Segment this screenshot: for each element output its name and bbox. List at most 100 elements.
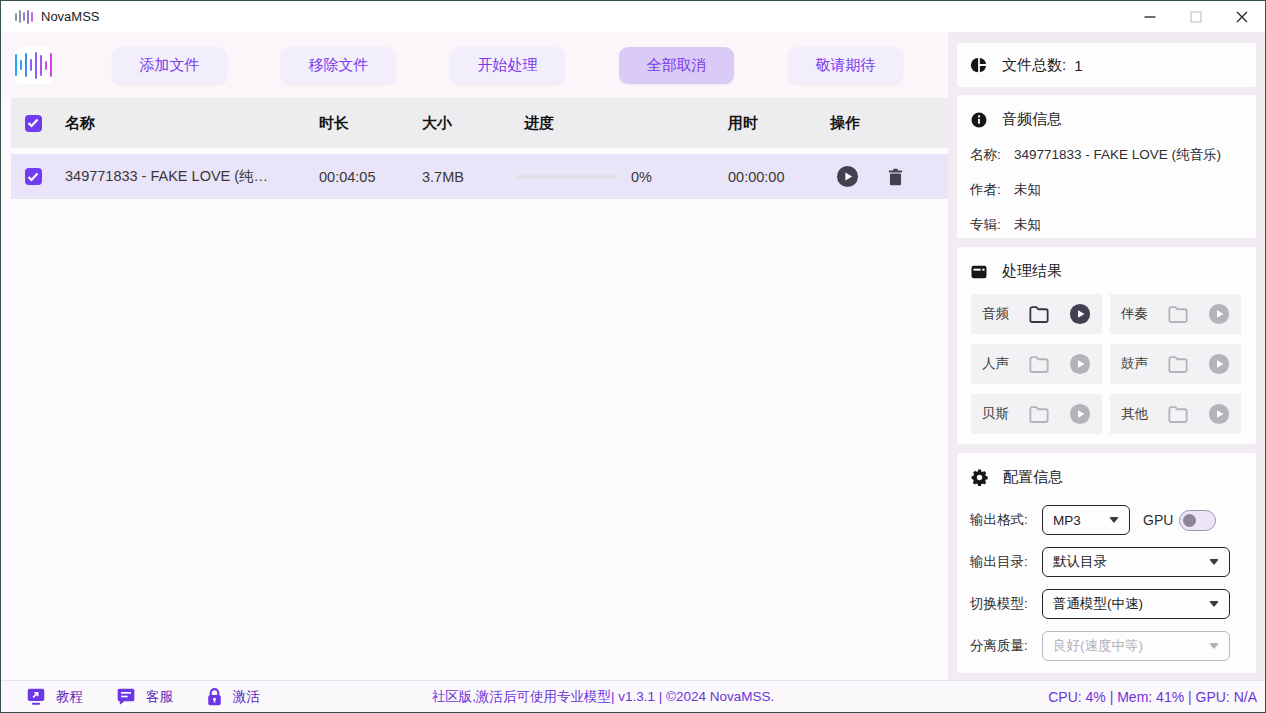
support-label: 客服 [146,688,173,706]
row-operations [820,165,948,188]
output-format-row: 输出格式: MP3 GPU [957,505,1256,535]
footer: 教程 客服 激活 社区版,激活后可使用专业模型| v1.3.1 | ©2024 … [1,680,1265,712]
audio-info-row: 专辑: 未知 [957,216,1256,234]
play-circle-icon [1208,353,1230,375]
row-play-button[interactable] [836,165,859,188]
play-circle-icon [1208,403,1230,425]
row-checkbox[interactable] [25,168,42,185]
start-processing-button[interactable]: 开始处理 [450,47,565,84]
toolbar-buttons: 添加文件 移除文件 开始处理 全部取消 敬请期待 [112,47,903,84]
results-card: 处理结果 音频 伴奏 人声 鼓声 [957,247,1256,444]
sidebar: 文件总数: 1 音频信息 名称: 349771833 - FAKE LOVE (… [948,32,1266,680]
column-header-operations: 操作 [820,114,948,133]
output-dir-select[interactable]: 默认目录 [1042,547,1230,577]
audio-info-row: 作者: 未知 [957,181,1256,199]
quality-value: 良好(速度中等) [1053,637,1143,655]
total-files-count: 1 [1074,57,1082,74]
maximize-icon [1190,11,1202,23]
audio-info-card: 音频信息 名称: 349771833 - FAKE LOVE (纯音乐) 作者:… [957,95,1256,238]
model-select[interactable]: 普通模型(中速) [1042,589,1230,619]
model-row: 切换模型: 普通模型(中速) [957,589,1256,619]
close-icon [1236,11,1248,23]
select-all-checkbox[interactable] [25,115,42,132]
quality-row: 分离质量: 良好(速度中等) [957,631,1256,661]
folder-icon [1028,404,1050,424]
result-label: 鼓声 [1121,355,1148,373]
chevron-down-icon [1109,517,1119,523]
app-logo-waveform-icon [15,47,52,84]
activate-link[interactable]: 激活 [206,687,260,707]
audio-album-label: 专辑: [970,216,1014,234]
config-card: 配置信息 输出格式: MP3 GPU 输出目录: 默认目录 切换模型: 普通模型… [957,453,1256,673]
play-circle-icon [1208,303,1230,325]
window-controls [1127,1,1265,32]
info-icon [970,111,988,129]
result-item-drums: 鼓声 [1110,344,1241,384]
output-format-select[interactable]: MP3 [1042,505,1130,535]
results-grid: 音频 伴奏 人声 鼓声 贝斯 [957,281,1256,434]
column-header-progress: 进度 [514,114,718,133]
progress-cell: 0% [514,169,718,185]
table-header: 名称 时长 大小 进度 用时 操作 [11,98,948,148]
result-item-audio: 音频 [971,294,1102,334]
check-icon [27,118,39,128]
result-label: 伴奏 [1121,305,1148,323]
file-duration: 00:04:05 [309,169,412,185]
coming-soon-button[interactable]: 敬请期待 [788,47,903,84]
footer-links: 教程 客服 激活 [26,687,260,707]
support-link[interactable]: 客服 [116,687,173,707]
maximize-button[interactable] [1173,1,1219,32]
toolbar: 添加文件 移除文件 开始处理 全部取消 敬请期待 [1,32,948,98]
row-delete-button[interactable] [886,167,905,187]
chevron-down-icon [1209,601,1219,607]
total-files-label: 文件总数: [1002,56,1066,75]
result-label: 人声 [982,355,1009,373]
progress-bar [517,175,617,179]
gpu-label: GPU [1143,512,1173,528]
activate-label: 激活 [233,688,260,706]
gear-icon [970,468,989,487]
close-button[interactable] [1219,1,1265,32]
progress-label: 0% [631,169,652,185]
footer-status-text: 社区版,激活后可使用专业模型| v1.3.1 | ©2024 NovaMSS. [432,688,775,706]
results-title: 处理结果 [1002,262,1062,281]
file-table: 名称 时长 大小 进度 用时 操作 349771833 - FAKE LOVE … [11,98,948,199]
titlebar: NovaMSS [1,1,1265,32]
output-dir-row: 输出目录: 默认目录 [957,547,1256,577]
chat-icon [116,687,136,707]
select-all-cell [11,115,55,132]
table-row[interactable]: 349771833 - FAKE LOVE (纯… 00:04:05 3.7MB… [11,154,948,199]
system-stats: CPU: 4% | Mem: 41% | GPU: N/A [1048,689,1257,705]
minimize-button[interactable] [1127,1,1173,32]
tutorial-icon [26,687,46,706]
file-name: 349771833 - FAKE LOVE (纯… [55,167,309,186]
folder-icon[interactable] [1028,304,1050,324]
play-circle-icon[interactable] [1069,303,1091,325]
play-circle-icon [1069,353,1091,375]
model-label: 切换模型: [970,595,1042,613]
folder-icon [1167,404,1189,424]
chevron-down-icon [1209,643,1219,649]
add-files-button[interactable]: 添加文件 [112,47,227,84]
gpu-toggle[interactable] [1179,510,1216,531]
check-icon [27,172,39,182]
remove-files-button[interactable]: 移除文件 [281,47,396,84]
result-item-vocals: 人声 [971,344,1102,384]
file-size: 3.7MB [412,169,514,185]
card-icon [970,263,988,281]
tutorial-link[interactable]: 教程 [26,687,83,706]
cancel-all-button[interactable]: 全部取消 [619,47,734,84]
column-header-elapsed: 用时 [718,114,820,133]
column-header-name: 名称 [55,114,309,133]
pie-chart-icon [970,56,988,74]
tutorial-label: 教程 [56,688,83,706]
row-checkbox-cell [11,168,55,185]
output-format-label: 输出格式: [970,511,1042,529]
config-title: 配置信息 [1003,468,1063,487]
audio-name-value: 349771833 - FAKE LOVE (纯音乐) [1014,146,1221,164]
result-item-accompaniment: 伴奏 [1110,294,1241,334]
play-icon [836,165,859,188]
audio-info-row: 名称: 349771833 - FAKE LOVE (纯音乐) [957,146,1256,164]
minimize-icon [1144,11,1156,23]
folder-icon [1167,304,1189,324]
